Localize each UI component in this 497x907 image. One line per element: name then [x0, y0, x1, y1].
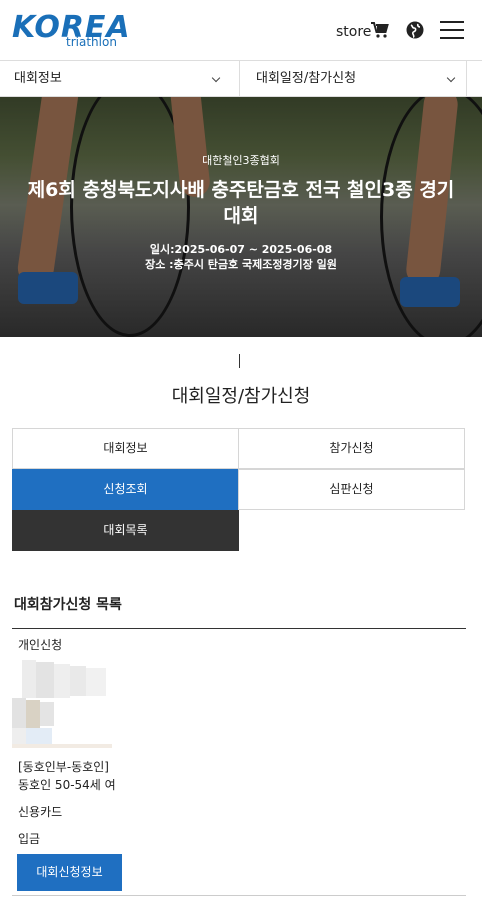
application-detail-button[interactable]: 대회신청정보 — [17, 854, 122, 891]
logo-subtitle: triathlon — [66, 35, 117, 49]
location-nav: 대회정보 대회일정/참가신청 — [0, 60, 482, 97]
nav-dropdown-page[interactable]: 대회일정/참가신청 — [240, 61, 467, 97]
chevron-down-icon — [446, 73, 456, 83]
korea-triathlon-logo[interactable]: KOREA triathlon — [12, 8, 132, 52]
header: KOREA triathlon store — [0, 0, 482, 60]
list-title: 대회참가신청 목록 — [14, 597, 122, 613]
globe-icon[interactable] — [405, 20, 425, 40]
menu-item-event-info[interactable]: 대회정보 — [12, 428, 239, 469]
menu-item-application-lookup[interactable]: 신청조회 — [12, 469, 239, 510]
hero-banner: 대한철인3종협회 제6회 충청북도지사배 충주탄금호 전국 철인3종 경기대회 … — [0, 97, 482, 337]
application-division: [동호인부-동호인] — [18, 760, 109, 774]
menu-item-apply[interactable]: 참가신청 — [238, 428, 465, 469]
list-divider — [12, 628, 466, 629]
section-divider-line — [239, 354, 240, 368]
page-title: 대회일정/참가신청 — [171, 386, 311, 407]
hero-title: 제6회 충청북도지사배 충주탄금호 전국 철인3종 경기대회 — [27, 179, 455, 227]
menu-item-event-list[interactable]: 대회목록 — [12, 510, 239, 551]
hero-place: 장소 :충주시 탄금호 국제조정경기장 일원 — [145, 258, 337, 271]
list-bottom-divider — [12, 895, 466, 896]
menu-item-referee-apply[interactable]: 심판신청 — [238, 469, 465, 510]
application-type: 개인신청 — [18, 638, 63, 652]
hero-organization: 대한철인3종협회 — [202, 154, 280, 167]
chevron-down-icon — [211, 73, 221, 83]
nav-dropdown-label: 대회정보 — [14, 71, 62, 86]
payment-method: 신용카드 — [18, 805, 63, 819]
nav-dropdown-category[interactable]: 대회정보 — [0, 61, 240, 97]
payment-status: 입금 — [18, 832, 41, 846]
hero-date: 일시:2025-06-07 ~ 2025-06-08 — [149, 243, 333, 256]
hamburger-menu-icon[interactable] — [440, 21, 464, 39]
cart-icon[interactable] — [370, 20, 390, 40]
store-link[interactable]: store — [336, 24, 371, 40]
sub-menu-grid: 대회정보 참가신청 신청조회 심판신청 대회목록 — [12, 428, 465, 552]
application-group: 동호인 50-54세 여 — [18, 778, 116, 792]
nav-dropdown-label: 대회일정/참가신청 — [256, 71, 357, 86]
